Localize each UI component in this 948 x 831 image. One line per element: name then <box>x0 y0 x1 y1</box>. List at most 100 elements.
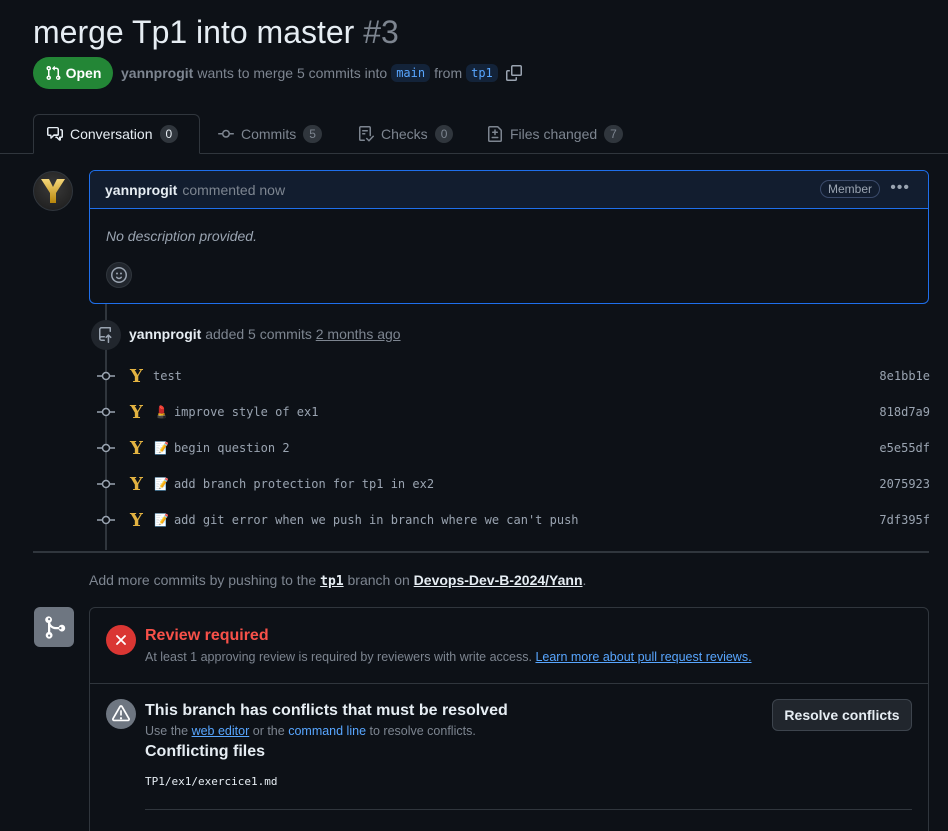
commits-event-author[interactable]: yannprogit <box>129 326 201 342</box>
review-required-section: Review required At least 1 approving rev… <box>90 608 928 684</box>
alert-icon <box>106 699 136 729</box>
push-hint-prefix: Add more commits by pushing to the <box>89 572 317 588</box>
checklist-icon <box>359 126 374 142</box>
comment-action: commented now <box>182 181 286 198</box>
commit-author-avatar[interactable]: Y <box>130 438 148 459</box>
member-badge: Member <box>819 180 880 198</box>
learn-more-link[interactable]: Learn more about pull request reviews. <box>535 650 751 664</box>
git-commit-icon <box>96 370 116 382</box>
conflicting-file-path: TP1/ex1/exercice1.md <box>145 775 278 788</box>
commit-author-avatar[interactable]: Y <box>130 510 148 531</box>
pr-title: merge Tp1 into master #3 <box>33 12 399 52</box>
conflicting-files-title: Conflicting files <box>145 743 265 760</box>
git-merge-icon <box>34 607 74 647</box>
push-hint-suffix: . <box>582 572 587 588</box>
x-circle-icon <box>106 625 136 655</box>
tab-conversation-label: Conversation <box>70 126 153 142</box>
pr-meta-text: wants to merge 5 commits into <box>197 65 388 81</box>
pr-meta: yannprogit wants to merge 5 commits into… <box>121 63 522 83</box>
commit-message[interactable]: begin question 2 <box>174 441 290 455</box>
commit-emoji: 💄 <box>154 405 169 419</box>
commit-message[interactable]: add branch protection for tp1 in ex2 <box>174 477 434 491</box>
conflicts-desc: Use the web editor or the command line t… <box>145 724 476 738</box>
pr-title-text: merge Tp1 into master <box>33 14 355 50</box>
add-reaction-button[interactable] <box>106 262 132 288</box>
avatar-y-logo <box>41 179 65 203</box>
review-required-desc: At least 1 approving review is required … <box>145 650 752 664</box>
commit-row[interactable]: Ytest 8e1bb1e <box>96 366 930 387</box>
pr-number: #3 <box>363 14 399 50</box>
git-pull-request-icon <box>46 65 61 81</box>
conflicts-desc-suffix: to resolve conflicts. <box>369 724 476 738</box>
resolve-conflicts-button[interactable]: Resolve conflicts <box>772 699 912 731</box>
tab-conversation[interactable]: Conversation 0 <box>33 114 200 154</box>
commit-emoji: 📝 <box>154 477 169 491</box>
tab-commits-label: Commits <box>241 126 297 142</box>
push-hint-middle: branch on <box>347 572 410 588</box>
tab-files-changed[interactable]: Files changed 7 <box>487 114 623 154</box>
git-commit-icon <box>96 406 116 418</box>
commit-sha[interactable]: e5e55df <box>879 441 930 455</box>
comment-author[interactable]: yannprogit <box>105 182 177 198</box>
commits-event-text-label: added 5 commits <box>205 326 312 342</box>
commit-row[interactable]: Y 📝 add branch protection for tp1 in ex2 20… <box>96 474 930 495</box>
base-branch[interactable]: main <box>391 64 431 82</box>
repo-push-icon <box>91 320 121 350</box>
kebab-menu-icon[interactable]: ••• <box>890 179 910 197</box>
commit-sha[interactable]: 8e1bb1e <box>879 369 930 383</box>
commit-sha[interactable]: 2075923 <box>879 477 930 491</box>
git-commit-icon <box>96 478 116 490</box>
pr-from-text: from <box>434 65 463 81</box>
tab-files-changed-count: 7 <box>604 125 623 143</box>
smiley-icon <box>111 267 127 283</box>
comment-body: No description provided. <box>106 228 257 244</box>
commits-event-time[interactable]: 2 months ago <box>316 326 401 342</box>
commit-row[interactable]: Y 📝 add git error when we push in branch w… <box>96 510 930 531</box>
head-branch[interactable]: tp1 <box>466 64 498 82</box>
tab-conversation-count: 0 <box>159 125 179 143</box>
review-required-title: Review required <box>145 627 269 644</box>
conflicts-desc-prefix: Use the <box>145 724 189 738</box>
copy-icon[interactable] <box>505 65 522 81</box>
command-line-link[interactable]: command line <box>288 724 366 738</box>
timeline-divider <box>33 551 929 553</box>
conflicts-desc-or: or the <box>252 724 285 738</box>
tab-files-changed-label: Files changed <box>510 126 598 142</box>
commits-event-text: yannprogit added 5 commits 2 months ago <box>129 326 401 342</box>
pr-state-label: Open <box>65 65 102 81</box>
pr-state-badge: Open <box>33 57 113 89</box>
push-hint-repo[interactable]: Devops-Dev-B-2024/Yann <box>414 572 583 588</box>
push-hint-branch[interactable]: tp1 <box>320 574 343 589</box>
tab-commits[interactable]: Commits 5 <box>218 114 322 154</box>
commit-author-avatar[interactable]: Y <box>130 402 148 423</box>
git-commit-icon <box>218 129 234 138</box>
commit-message[interactable]: add git error when we push in branch whe… <box>174 513 579 527</box>
commit-row[interactable]: Y 📝 begin question 2 e5e55df <box>96 438 930 459</box>
comment-discussion-icon <box>47 127 63 141</box>
commit-author-avatar[interactable]: Y <box>130 474 148 495</box>
git-commit-icon <box>96 514 116 526</box>
file-diff-icon <box>488 126 502 142</box>
comment-box: yannprogit commented now Member ••• No d… <box>89 170 929 304</box>
merge-box: Review required At least 1 approving rev… <box>89 607 929 831</box>
tab-commits-count: 5 <box>303 125 322 143</box>
commit-row[interactable]: Y 💄 improve style of ex1 818d7a9 <box>96 402 930 423</box>
tab-checks-count: 0 <box>434 125 454 143</box>
commit-sha[interactable]: 7df395f <box>879 513 930 527</box>
review-desc-text: At least 1 approving review is required … <box>145 650 532 664</box>
commit-message[interactable]: test <box>153 369 182 383</box>
commit-emoji: 📝 <box>154 513 169 527</box>
commit-message[interactable]: improve style of ex1 <box>174 405 319 419</box>
tab-checks[interactable]: Checks 0 <box>358 114 454 154</box>
commit-sha[interactable]: 818d7a9 <box>879 405 930 419</box>
push-hint: Add more commits by pushing to the tp1 b… <box>89 572 586 589</box>
avatar[interactable] <box>33 171 73 211</box>
tab-checks-label: Checks <box>381 126 428 142</box>
conflicts-title: This branch has conflicts that must be r… <box>145 702 508 719</box>
commit-author-avatar[interactable]: Y <box>130 366 148 387</box>
pr-author-link[interactable]: yannprogit <box>121 65 193 81</box>
web-editor-link[interactable]: web editor <box>192 724 250 738</box>
commit-emoji: 📝 <box>154 441 169 455</box>
git-commit-icon <box>96 442 116 454</box>
comment-header: yannprogit commented now Member ••• <box>90 171 928 209</box>
